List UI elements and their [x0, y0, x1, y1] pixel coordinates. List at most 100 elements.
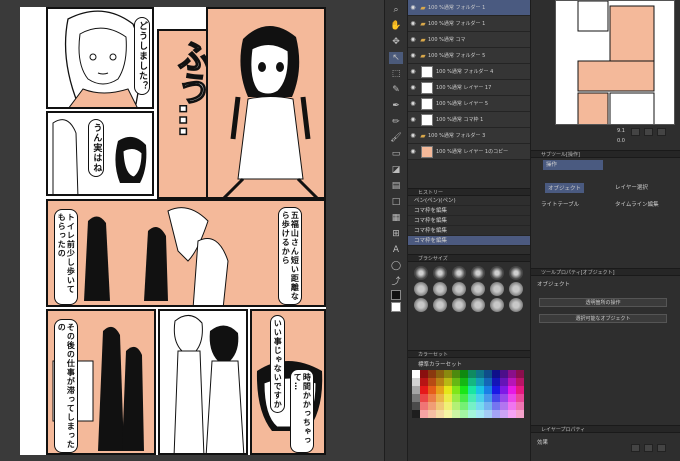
palette-swatch[interactable]: [444, 386, 452, 394]
palette-swatch[interactable]: [500, 402, 508, 410]
tool-property-header[interactable]: ツールプロパティ[オブジェクト]: [531, 268, 680, 276]
palette-swatch[interactable]: [420, 394, 428, 402]
palette-swatch[interactable]: [420, 378, 428, 386]
effect-tone-icon[interactable]: [644, 444, 653, 452]
palette-swatch[interactable]: [508, 386, 516, 394]
palette-swatch[interactable]: [492, 410, 500, 418]
color-set-name[interactable]: 標準カラーセット: [418, 360, 462, 368]
gradient-icon[interactable]: ▤: [389, 180, 403, 192]
pen-icon[interactable]: ✒: [389, 100, 403, 112]
palette-swatch[interactable]: [484, 410, 492, 418]
history-item[interactable]: コマ枠を編集: [408, 206, 530, 216]
brush-size-header[interactable]: ブラシサイズ: [408, 254, 530, 262]
brush-size-option[interactable]: [490, 282, 504, 296]
palette-swatch[interactable]: [452, 378, 460, 386]
brush-size-option[interactable]: [414, 298, 428, 312]
palette-swatch[interactable]: [484, 370, 492, 378]
subtool-timeline-edit[interactable]: タイムライン編集: [615, 200, 659, 208]
palette-swatch[interactable]: [468, 410, 476, 418]
palette-swatch[interactable]: [444, 402, 452, 410]
history-item[interactable]: コマ枠を編集: [408, 216, 530, 226]
palette-swatch[interactable]: [452, 394, 460, 402]
subtool-tab[interactable]: 操作: [543, 160, 603, 170]
palette-swatch[interactable]: [516, 370, 524, 378]
palette-swatch[interactable]: [500, 394, 508, 402]
palette-swatch[interactable]: [484, 378, 492, 386]
history-item[interactable]: コマ枠を編集: [408, 236, 530, 246]
layer-list[interactable]: ◉ ▰ 100 %通常 フォルダー 1 ◉ ▰ 100 %通常 フォルダー 1 ◉ ▰ 10…: [408, 0, 530, 188]
history-item[interactable]: ペン(ペン)(ペン): [408, 196, 530, 206]
eyedropper-icon[interactable]: ✎: [389, 84, 403, 96]
palette-swatch[interactable]: [452, 386, 460, 394]
palette-swatch[interactable]: [484, 394, 492, 402]
zoom-icon[interactable]: ⌕: [389, 4, 403, 16]
fit-icon[interactable]: [657, 128, 666, 136]
palette-swatch[interactable]: [508, 410, 516, 418]
layer-item[interactable]: ◉ 100 %通常 レイヤー 17: [408, 80, 530, 96]
color-palette[interactable]: [408, 368, 528, 420]
history-list[interactable]: ペン(ペン)(ペン) コマ枠を編集 コマ枠を編集 コマ枠を編集 コマ枠を編集: [408, 196, 530, 246]
palette-swatch[interactable]: [508, 370, 516, 378]
layer-item[interactable]: ◉ 100 %通常 フォルダー 4: [408, 64, 530, 80]
palette-swatch[interactable]: [476, 370, 484, 378]
brush-size-option[interactable]: [490, 298, 504, 312]
eye-icon[interactable]: ◉: [408, 148, 418, 155]
correct-line-icon[interactable]: ⤴: [389, 276, 403, 288]
palette-swatch[interactable]: [452, 410, 460, 418]
brush-size-option[interactable]: [471, 298, 485, 312]
palette-swatch[interactable]: [476, 394, 484, 402]
palette-swatch[interactable]: [436, 410, 444, 418]
brush-size-option[interactable]: [414, 266, 428, 280]
palette-swatch[interactable]: [484, 386, 492, 394]
palette-swatch[interactable]: [508, 394, 516, 402]
palette-swatch[interactable]: [412, 402, 420, 410]
palette-swatch[interactable]: [500, 378, 508, 386]
brush-size-option[interactable]: [509, 266, 523, 280]
palette-swatch[interactable]: [420, 370, 428, 378]
pencil-icon[interactable]: ✏: [389, 116, 403, 128]
balloon-icon[interactable]: ◯: [389, 260, 403, 272]
history-item[interactable]: コマ枠を編集: [408, 226, 530, 236]
shape-icon[interactable]: □: [389, 196, 403, 208]
palette-swatch[interactable]: [412, 378, 420, 386]
palette-swatch[interactable]: [428, 410, 436, 418]
layer-item[interactable]: ◉ ▰ 100 %通常 フォルダー 1: [408, 0, 530, 16]
palette-swatch[interactable]: [436, 378, 444, 386]
brush-size-option[interactable]: [471, 282, 485, 296]
palette-swatch[interactable]: [468, 386, 476, 394]
manga-page[interactable]: どうしました？ ふう… うん実はね 五福山さん短い距離なら歩けるから トイレ前少…: [20, 7, 326, 455]
palette-swatch[interactable]: [428, 370, 436, 378]
zoom-out-icon[interactable]: [631, 128, 640, 136]
palette-swatch[interactable]: [468, 394, 476, 402]
brush-icon[interactable]: 🖌: [389, 132, 403, 144]
palette-swatch[interactable]: [476, 386, 484, 394]
palette-swatch[interactable]: [412, 394, 420, 402]
brush-size-grid[interactable]: [408, 262, 530, 316]
palette-swatch[interactable]: [444, 410, 452, 418]
palette-swatch[interactable]: [476, 402, 484, 410]
brush-size-option[interactable]: [433, 266, 447, 280]
palette-swatch[interactable]: [492, 394, 500, 402]
layer-item[interactable]: ◉ ▰ 100 %通常 コマ: [408, 32, 530, 48]
palette-swatch[interactable]: [428, 394, 436, 402]
brush-size-option[interactable]: [433, 298, 447, 312]
brush-size-option[interactable]: [490, 266, 504, 280]
palette-swatch[interactable]: [452, 370, 460, 378]
history-header[interactable]: ヒストリー: [408, 188, 530, 196]
palette-swatch[interactable]: [468, 402, 476, 410]
palette-swatch[interactable]: [516, 402, 524, 410]
palette-swatch[interactable]: [476, 410, 484, 418]
palette-swatch[interactable]: [436, 394, 444, 402]
text-icon[interactable]: A: [389, 244, 403, 256]
palette-swatch[interactable]: [444, 370, 452, 378]
palette-swatch[interactable]: [492, 370, 500, 378]
palette-swatch[interactable]: [460, 410, 468, 418]
palette-swatch[interactable]: [412, 370, 420, 378]
eye-icon[interactable]: ◉: [408, 100, 418, 107]
palette-swatch[interactable]: [460, 386, 468, 394]
palette-swatch[interactable]: [420, 410, 428, 418]
palette-swatch[interactable]: [508, 402, 516, 410]
eye-icon[interactable]: ◉: [408, 36, 418, 43]
palette-swatch[interactable]: [468, 378, 476, 386]
palette-swatch[interactable]: [436, 370, 444, 378]
